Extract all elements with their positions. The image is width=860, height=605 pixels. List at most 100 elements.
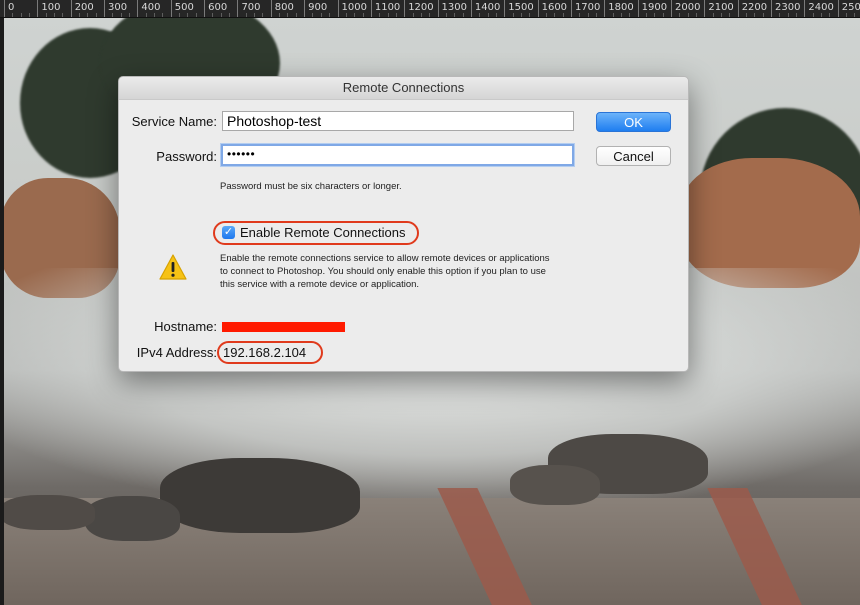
ruler-tick: 1500 <box>504 0 534 17</box>
ruler-minor-tick <box>229 13 231 17</box>
ruler-minor-tick <box>20 13 22 17</box>
ruler-minor-tick <box>320 13 322 17</box>
ruler-tick-label: 200 <box>74 2 94 13</box>
ruler-minor-tick <box>846 13 848 17</box>
ruler-minor-tick <box>362 13 364 17</box>
ruler-tick: 0 <box>4 0 14 17</box>
ruler-minor-tick <box>429 13 431 17</box>
ruler-tick: 1600 <box>537 0 567 17</box>
password-input[interactable]: •••••• <box>221 144 574 166</box>
ruler-minor-tick <box>245 13 247 17</box>
ruler-minor-tick <box>587 13 589 17</box>
ruler-tick-label: 2000 <box>675 2 701 13</box>
ruler-tick-label: 2300 <box>775 2 801 13</box>
ruler-minor-tick <box>95 13 97 17</box>
ruler-tick: 2500 <box>837 0 860 17</box>
ruler-minor-tick <box>54 13 56 17</box>
hostname-redaction <box>222 322 345 332</box>
ruler-minor-tick <box>145 13 147 17</box>
ruler-minor-tick <box>262 13 264 17</box>
ruler-tick: 2100 <box>704 0 734 17</box>
ruler-tick-label: 2500 <box>841 2 860 13</box>
ruler-minor-tick <box>779 13 781 17</box>
ruler-minor-tick <box>662 13 664 17</box>
ruler-minor-tick <box>562 13 564 17</box>
ruler-minor-tick <box>195 13 197 17</box>
dark-rock <box>510 465 600 505</box>
ruler-minor-tick <box>454 13 456 17</box>
ruler-minor-tick <box>395 13 397 17</box>
ruler-minor-tick <box>212 13 214 17</box>
horizontal-ruler: 0 100 200 300 400 500 600 700 800 900 1000 1100 1200… <box>0 0 860 18</box>
ruler-minor-tick <box>62 13 64 17</box>
ruler-tick-label: 300 <box>108 2 128 13</box>
ruler-tick-label: 700 <box>241 2 261 13</box>
ruler-tick-label: 1500 <box>508 2 534 13</box>
ruler-minor-tick <box>679 13 681 17</box>
ruler-tick: 1000 <box>337 0 367 17</box>
ruler-minor-tick <box>512 13 514 17</box>
ruler-tick-label: 2400 <box>808 2 834 13</box>
ruler-tick: 1200 <box>404 0 434 17</box>
enable-remote-label[interactable]: Enable Remote Connections <box>240 225 406 240</box>
ruler-tick-label: 1000 <box>341 2 367 13</box>
ruler-tick: 1700 <box>570 0 600 17</box>
password-label: Password: <box>156 149 217 164</box>
ruler-minor-tick <box>162 13 164 17</box>
ruler-minor-tick <box>312 13 314 17</box>
ruler-minor-tick <box>612 13 614 17</box>
ruler-minor-tick <box>629 13 631 17</box>
ruler-minor-tick <box>420 13 422 17</box>
ruler-minor-tick <box>712 13 714 17</box>
ruler-minor-tick <box>187 13 189 17</box>
ruler-minor-tick <box>345 13 347 17</box>
enable-remote-checkbox[interactable]: ✓ <box>222 226 235 239</box>
ruler-minor-tick <box>545 13 547 17</box>
ruler-tick: 2000 <box>671 0 700 17</box>
ruler-tick: 500 <box>170 0 194 17</box>
ruler-tick-label: 1900 <box>641 2 668 13</box>
ruler-tick-label: 1700 <box>574 2 601 13</box>
ruler-minor-tick <box>696 13 697 17</box>
ruler-tick-label: 900 <box>308 2 328 13</box>
ruler-minor-tick <box>87 13 89 17</box>
service-name-input[interactable]: Photoshop-test <box>222 111 574 131</box>
ruler-minor-tick <box>821 13 823 17</box>
ruler-tick-label: 1400 <box>474 2 501 13</box>
ruler-tick-label: 2100 <box>708 2 734 13</box>
ruler-minor-tick <box>120 13 122 17</box>
ruler-tick: 2200 <box>737 0 767 17</box>
ruler-minor-tick <box>220 13 222 17</box>
ruler-minor-tick <box>387 13 389 17</box>
enable-description-line2: to connect to Photoshop. You should only… <box>220 266 546 277</box>
ruler-tick: 800 <box>270 0 294 17</box>
ruler-minor-tick <box>762 13 764 17</box>
ruler-minor-tick <box>287 13 289 17</box>
enable-description-line3: this service with a remote device or app… <box>220 279 420 290</box>
ruler-tick-label: 1300 <box>441 2 467 13</box>
ruler-minor-tick <box>854 13 856 17</box>
ruler-tick-label: 400 <box>141 2 161 13</box>
ruler-tick-label: 1600 <box>541 2 568 13</box>
ok-button[interactable]: OK <box>596 112 671 132</box>
enable-description-line1: Enable the remote connections service to… <box>220 253 550 264</box>
ruler-tick: 1300 <box>437 0 467 17</box>
service-name-label: Service Name: <box>131 114 217 129</box>
ruler-minor-tick <box>479 13 481 17</box>
ruler-tick: 700 <box>237 0 261 17</box>
ruler-tick: 1100 <box>370 0 400 17</box>
dialog-title: Remote Connections <box>119 77 688 100</box>
ruler-minor-tick <box>12 13 14 17</box>
ruler-minor-tick <box>29 13 30 17</box>
ruler-minor-tick <box>687 13 689 17</box>
ipv4-value: 192.168.2.104 <box>223 345 307 360</box>
hostname-label: Hostname: <box>154 319 217 334</box>
ruler-minor-tick <box>746 13 748 17</box>
ruler-tick-label: 600 <box>208 2 228 13</box>
ruler-minor-tick <box>487 13 489 17</box>
cancel-button[interactable]: Cancel <box>596 146 671 166</box>
ruler-minor-tick <box>79 13 81 17</box>
ruler-minor-tick <box>654 13 656 17</box>
ruler-minor-tick <box>495 13 497 17</box>
ruler-minor-tick <box>295 13 297 17</box>
